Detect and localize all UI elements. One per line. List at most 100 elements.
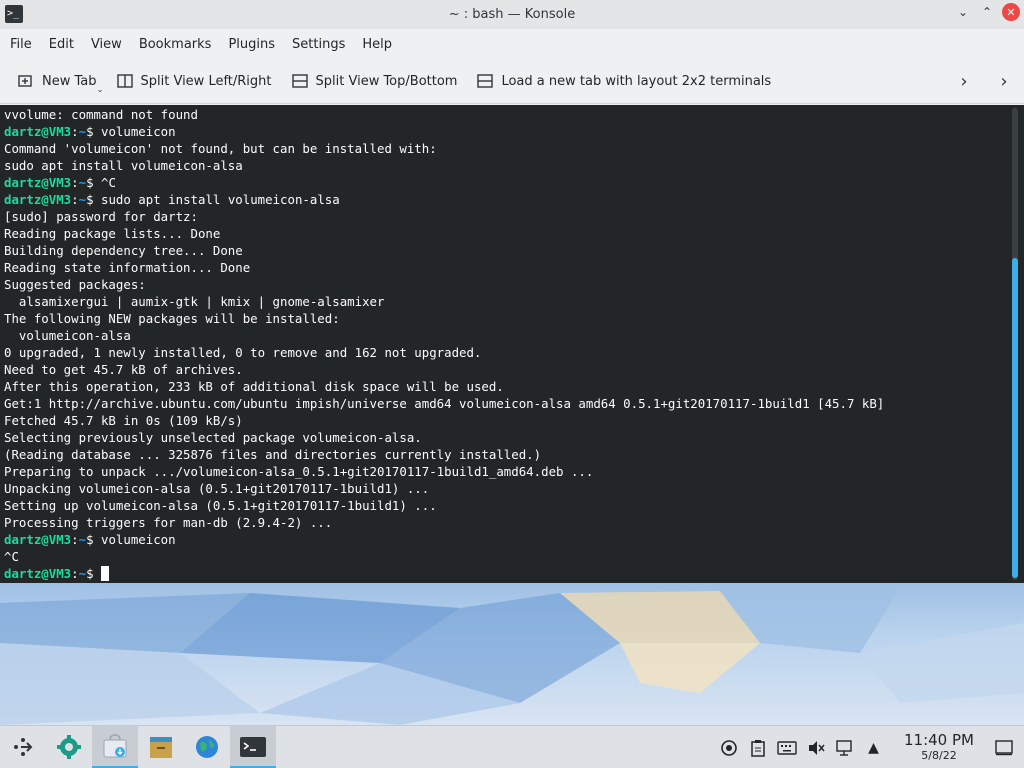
new-tab-icon	[18, 73, 34, 89]
output-text: alsamixergui | aumix-gtk | kmix | gnome-…	[4, 294, 385, 309]
terminal-line: (Reading database ... 325876 files and d…	[4, 446, 1024, 463]
prompt-path: ~	[78, 532, 87, 547]
title-bar[interactable]: >_ ~ : bash — Konsole ⌄ ⌃ ✕	[0, 0, 1024, 29]
output-text: 0 upgraded, 1 newly installed, 0 to remo…	[4, 345, 482, 360]
output-text: Preparing to unpack .../volumeicon-alsa_…	[4, 464, 594, 479]
menu-edit[interactable]: Edit	[43, 37, 80, 52]
terminal-line: Setting up volumeicon-alsa (0.5.1+git201…	[4, 497, 1024, 514]
prompt-path: ~	[78, 124, 87, 139]
terminal-line: alsamixergui | aumix-gtk | kmix | gnome-…	[4, 293, 1024, 310]
prompt-symbol: $	[86, 566, 94, 581]
terminal-scrollbar[interactable]	[1012, 108, 1018, 580]
terminal-line: Need to get 45.7 kB of archives.	[4, 361, 1024, 378]
update-notifier-icon[interactable]	[714, 726, 743, 768]
menu-plugins[interactable]: Plugins	[222, 37, 281, 52]
terminal-view[interactable]: vvolume: command not found dartz@VM3:~$ v…	[0, 105, 1024, 583]
prompt-separator: :	[71, 532, 79, 547]
terminal-line: dartz@VM3:~$ sudo apt install volumeicon…	[4, 191, 1024, 208]
prompt-user: dartz@VM3	[4, 566, 72, 581]
konsole-app-icon[interactable]: >_	[5, 5, 23, 23]
network-wired-icon[interactable]	[830, 726, 859, 768]
split-vertical-icon	[116, 73, 133, 89]
output-text: Fetched 45.7 kB in 0s (109 kB/s)	[4, 413, 243, 428]
output-text: The following NEW packages will be insta…	[4, 311, 340, 326]
prompt-symbol: $	[86, 124, 94, 139]
chevron-right-icon[interactable]: ›	[944, 59, 984, 104]
terminal-line: Building dependency tree... Done	[4, 242, 1024, 259]
taskbar: ▲ 11:40 PM 5/8/22	[0, 725, 1024, 768]
maximize-button[interactable]: ⌃	[978, 3, 996, 21]
output-text: Unpacking volumeicon-alsa (0.5.1+git2017…	[4, 481, 430, 496]
close-button[interactable]: ✕	[1002, 3, 1020, 21]
split-left-right-label: Split View Left/Right	[140, 73, 272, 89]
menu-bookmarks[interactable]: Bookmarks	[133, 37, 218, 52]
layout-grid-icon	[477, 73, 494, 89]
terminal-line: volumeicon-alsa	[4, 327, 1024, 344]
clipboard-icon[interactable]	[743, 726, 772, 768]
prompt-symbol: $	[86, 532, 94, 547]
scrollbar-thumb[interactable]	[1012, 258, 1018, 578]
settings-gear-icon[interactable]	[46, 726, 92, 768]
output-text: Processing triggers for man-db (2.9.4-2)…	[4, 515, 333, 530]
tray-expand-arrow-icon[interactable]: ▲	[859, 726, 888, 768]
text-cursor	[101, 566, 110, 581]
digital-clock[interactable]: 11:40 PM 5/8/22	[894, 732, 984, 763]
menu-help[interactable]: Help	[356, 37, 398, 52]
command-text: sudo apt install volumeicon-alsa	[93, 192, 340, 207]
prompt-user: dartz@VM3	[4, 175, 72, 190]
terminal-line: dartz@VM3:~$ volumeicon	[4, 531, 1024, 548]
menu-view[interactable]: View	[85, 37, 128, 52]
show-desktop-icon[interactable]	[984, 726, 1024, 768]
output-text: Building dependency tree... Done	[4, 243, 243, 258]
keyboard-layout-icon[interactable]	[772, 726, 801, 768]
prompt-user: dartz@VM3	[4, 124, 72, 139]
dropdown-caret-icon[interactable]: ⌄	[97, 85, 104, 94]
prompt-separator: :	[71, 124, 79, 139]
output-text: Suggested packages:	[4, 277, 146, 292]
layout-2x2-button[interactable]: Load a new tab with layout 2x2 terminals	[471, 66, 777, 96]
terminal-line: Reading state information... Done	[4, 259, 1024, 276]
web-browser-icon[interactable]	[184, 726, 230, 768]
menu-bar: File Edit View Bookmarks Plugins Setting…	[0, 29, 1024, 59]
prompt-path: ~	[78, 192, 87, 207]
split-top-bottom-button[interactable]: Split View Top/Bottom	[286, 66, 464, 96]
command-text	[94, 566, 101, 581]
output-text: (Reading database ... 325876 files and d…	[4, 447, 542, 462]
prompt-path: ~	[78, 175, 87, 190]
konsole-terminal-icon[interactable]	[230, 725, 276, 768]
terminal-line: ^C	[4, 548, 1024, 565]
window-title: ~ : bash — Konsole	[448, 7, 576, 22]
output-text: [sudo] password for dartz:	[4, 209, 198, 224]
output-text: Get:1 http://archive.ubuntu.com/ubuntu i…	[4, 396, 885, 411]
clock-date: 5/8/22	[921, 749, 957, 762]
terminal-line: dartz@VM3:~$ volumeicon	[4, 123, 1024, 140]
discover-store-icon[interactable]	[92, 725, 138, 768]
terminal-line: Suggested packages:	[4, 276, 1024, 293]
output-text: Reading state information... Done	[4, 260, 251, 275]
output-text: sudo apt install volumeicon-alsa	[4, 158, 243, 173]
prompt-symbol: $	[86, 192, 94, 207]
split-left-right-button[interactable]: Split View Left/Right	[111, 66, 278, 96]
layout-2x2-label: Load a new tab with layout 2x2 terminals	[501, 73, 772, 89]
new-tab-button[interactable]: New Tab ⌄	[12, 66, 104, 96]
application-launcher-icon[interactable]	[0, 726, 46, 768]
command-text: ^C	[93, 175, 116, 190]
terminal-line: Get:1 http://archive.ubuntu.com/ubuntu i…	[4, 395, 1024, 412]
output-text: Need to get 45.7 kB of archives.	[4, 362, 243, 377]
terminal-line: Command 'volumeicon' not found, but can …	[4, 140, 1024, 157]
volume-muted-icon[interactable]	[801, 726, 830, 768]
toolbar-more-chevron-icon[interactable]: ›	[984, 59, 1024, 104]
output-text: Selecting previously unselected package …	[4, 430, 422, 445]
minimize-button[interactable]: ⌄	[954, 3, 972, 21]
terminal-line: The following NEW packages will be insta…	[4, 310, 1024, 327]
file-manager-icon[interactable]	[138, 726, 184, 768]
output-text: Setting up volumeicon-alsa (0.5.1+git201…	[4, 498, 437, 513]
terminal-line: 0 upgraded, 1 newly installed, 0 to remo…	[4, 344, 1024, 361]
terminal-line: Fetched 45.7 kB in 0s (109 kB/s)	[4, 412, 1024, 429]
menu-settings[interactable]: Settings	[286, 37, 351, 52]
terminal-line: Processing triggers for man-db (2.9.4-2)…	[4, 514, 1024, 531]
terminal-line: vvolume: command not found	[4, 106, 1024, 123]
menu-file[interactable]: File	[4, 37, 38, 52]
prompt-path: ~	[78, 566, 87, 581]
output-text: After this operation, 233 kB of addition…	[4, 379, 504, 394]
